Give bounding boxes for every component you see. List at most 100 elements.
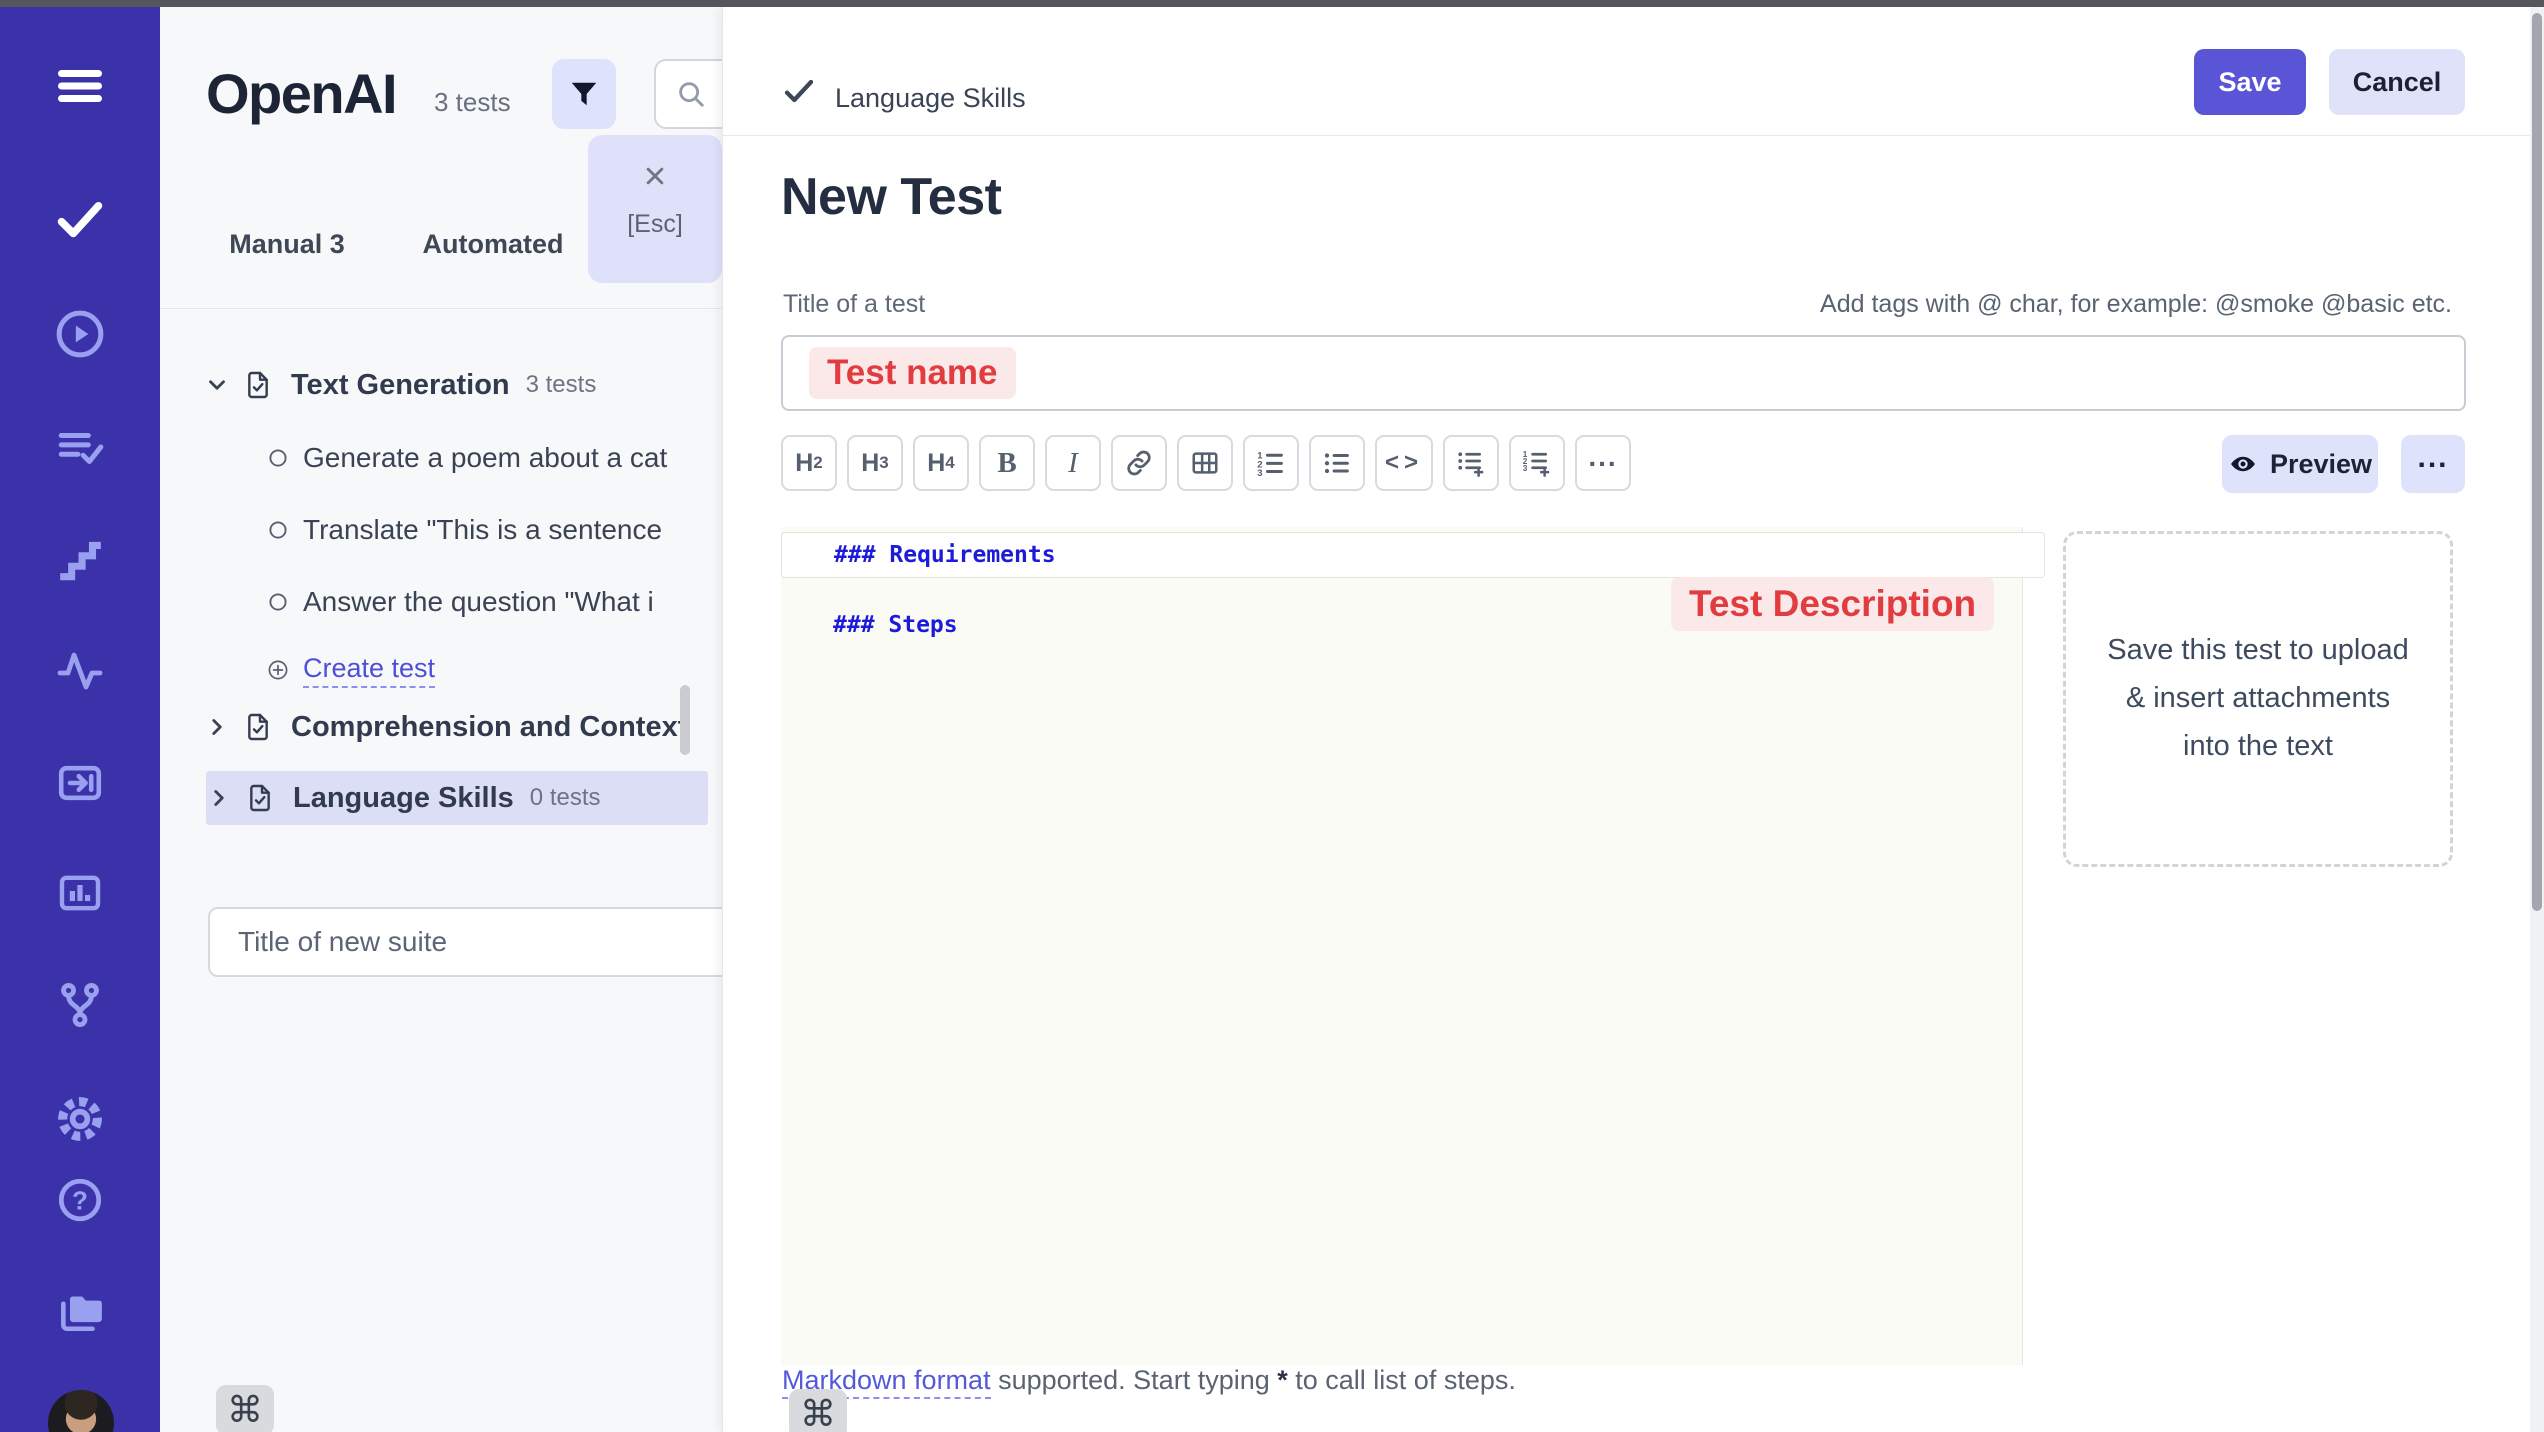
main-scrollbar-track[interactable] (2530, 7, 2544, 1432)
link-button[interactable] (1111, 435, 1167, 491)
list-check-icon (55, 423, 105, 473)
suite-row-text-generation[interactable]: Text Generation 3 tests (160, 362, 722, 408)
app-screen: ? OpenAI 3 tests [Esc] Manual 3 Automate… (0, 0, 2544, 1432)
close-icon (640, 161, 670, 196)
suite-title: Comprehension and Context (291, 711, 687, 744)
preview-label: Preview (2270, 449, 2372, 480)
steps-icon (55, 535, 105, 585)
user-avatar[interactable] (48, 1390, 114, 1432)
svg-text:3: 3 (1523, 464, 1528, 473)
toolbar-more-button[interactable]: ... (1575, 435, 1631, 491)
new-suite-input[interactable] (208, 907, 748, 977)
ordered-list-add-icon: 123 (1522, 448, 1552, 478)
sidebar-item-projects[interactable] (0, 1285, 160, 1335)
editor-more-button[interactable]: ... (2401, 435, 2465, 493)
sidebar-item-import[interactable] (0, 759, 160, 807)
heading3-button[interactable]: H3 (847, 435, 903, 491)
test-row[interactable]: Answer the question "What i (160, 579, 722, 625)
description-editor[interactable] (781, 527, 2023, 1365)
editor-line-steps: ### Steps (833, 612, 958, 638)
sidebar-item-plans[interactable] (0, 423, 160, 473)
menu-button[interactable] (0, 69, 160, 103)
import-icon (54, 759, 106, 807)
italic-button[interactable]: I (1045, 435, 1101, 491)
command-key-hint: ⌘ (216, 1385, 274, 1432)
test-title: Translate "This is a sentence (303, 514, 662, 546)
ordered-list-icon: 123 (1256, 448, 1286, 478)
page-title: New Test (781, 167, 1001, 227)
bar-chart-icon (54, 869, 106, 917)
suite-doc-icon (242, 369, 274, 401)
test-row[interactable]: Generate a poem about a cat (160, 435, 722, 481)
suite-count: 0 tests (530, 784, 601, 812)
svg-text:3: 3 (1257, 468, 1262, 478)
sidebar-item-runs[interactable] (0, 309, 160, 359)
command-key-hint: ⌘ (789, 1389, 847, 1432)
sidebar-item-pulse[interactable] (0, 647, 160, 695)
test-editor-panel: Language Skills Save Cancel New Test Tit… (722, 7, 2544, 1432)
sidebar-item-help[interactable]: ? (0, 1175, 160, 1225)
sidebar-item-steps[interactable] (0, 535, 160, 585)
attachments-hint: Save this test to upload & insert attach… (2103, 627, 2413, 771)
filter-button[interactable] (552, 59, 616, 129)
save-button[interactable]: Save (2194, 49, 2306, 115)
project-title: OpenAI (206, 61, 396, 126)
markdown-hint: Markdown format supported. Start typing … (782, 1365, 1516, 1396)
bullet-list-add-button[interactable] (1443, 435, 1499, 491)
heading4-button[interactable]: H4 (913, 435, 969, 491)
test-name-annotation: Test name (809, 347, 1016, 399)
play-circle-icon (55, 309, 105, 359)
chevron-right-icon[interactable] (204, 714, 230, 740)
bullet-list-button[interactable] (1309, 435, 1365, 491)
table-button[interactable] (1177, 435, 1233, 491)
tags-hint: Add tags with @ char, for example: @smok… (1820, 290, 2452, 319)
table-icon (1190, 448, 1220, 478)
markdown-toolbar: H2 H3 H4 B I 123 <> 123 ... (781, 435, 1631, 491)
suites-panel: OpenAI 3 tests [Esc] Manual 3 Automated … (160, 7, 722, 1432)
sidebar: ? (0, 7, 160, 1432)
chevron-right-icon[interactable] (206, 785, 232, 811)
filter-icon (568, 78, 600, 110)
test-title: Generate a poem about a cat (303, 442, 667, 474)
test-title-input[interactable]: Test name (781, 335, 2466, 411)
suite-row-comprehension[interactable]: Comprehension and Context (160, 704, 722, 750)
check-icon (56, 199, 104, 241)
activity-icon (56, 647, 104, 695)
chevron-down-icon[interactable] (204, 372, 230, 398)
test-circle-icon (268, 448, 288, 468)
close-search-popup[interactable]: [Esc] (588, 135, 722, 283)
main-scrollbar-thumb[interactable] (2532, 13, 2542, 911)
code-button[interactable]: <> (1375, 435, 1433, 491)
sidebar-item-branches[interactable] (0, 979, 160, 1031)
tab-automated[interactable]: Automated (418, 229, 568, 260)
preview-button[interactable]: Preview (2222, 435, 2378, 493)
suite-title: Text Generation (291, 369, 510, 402)
sidebar-item-reports[interactable] (0, 869, 160, 917)
heading2-button[interactable]: H2 (781, 435, 837, 491)
create-test-link[interactable]: Create test (303, 653, 435, 688)
esc-key-hint: [Esc] (627, 210, 683, 239)
test-description-annotation: Test Description (1671, 577, 1994, 631)
eye-icon (2228, 451, 2258, 477)
sidebar-item-settings[interactable] (0, 1093, 160, 1145)
bold-button[interactable]: B (979, 435, 1035, 491)
ordered-list-add-button[interactable]: 123 (1509, 435, 1565, 491)
bullet-list-icon (1322, 448, 1352, 478)
editor-line-requirements: ### Requirements (834, 542, 1056, 568)
attachments-dropzone[interactable]: Save this test to upload & insert attach… (2063, 531, 2453, 867)
gear-icon (54, 1093, 106, 1145)
suite-count: 3 tests (526, 371, 597, 399)
test-circle-icon (268, 592, 288, 612)
bullet-list-add-icon (1456, 448, 1486, 478)
header-divider (723, 135, 2531, 136)
ordered-list-button[interactable]: 123 (1243, 435, 1299, 491)
panel-scrollbar-thumb[interactable] (680, 685, 690, 755)
cancel-button[interactable]: Cancel (2329, 49, 2465, 115)
test-row[interactable]: Translate "This is a sentence (160, 507, 722, 553)
test-circle-icon (268, 520, 288, 540)
breadcrumb-suite[interactable]: Language Skills (835, 83, 1026, 114)
suite-row-language-skills[interactable]: Language Skills 0 tests (206, 771, 708, 825)
tab-manual[interactable]: Manual 3 (222, 229, 352, 260)
sidebar-item-tests[interactable] (0, 199, 160, 241)
editor-focused-line[interactable]: ### Requirements (781, 532, 2045, 578)
